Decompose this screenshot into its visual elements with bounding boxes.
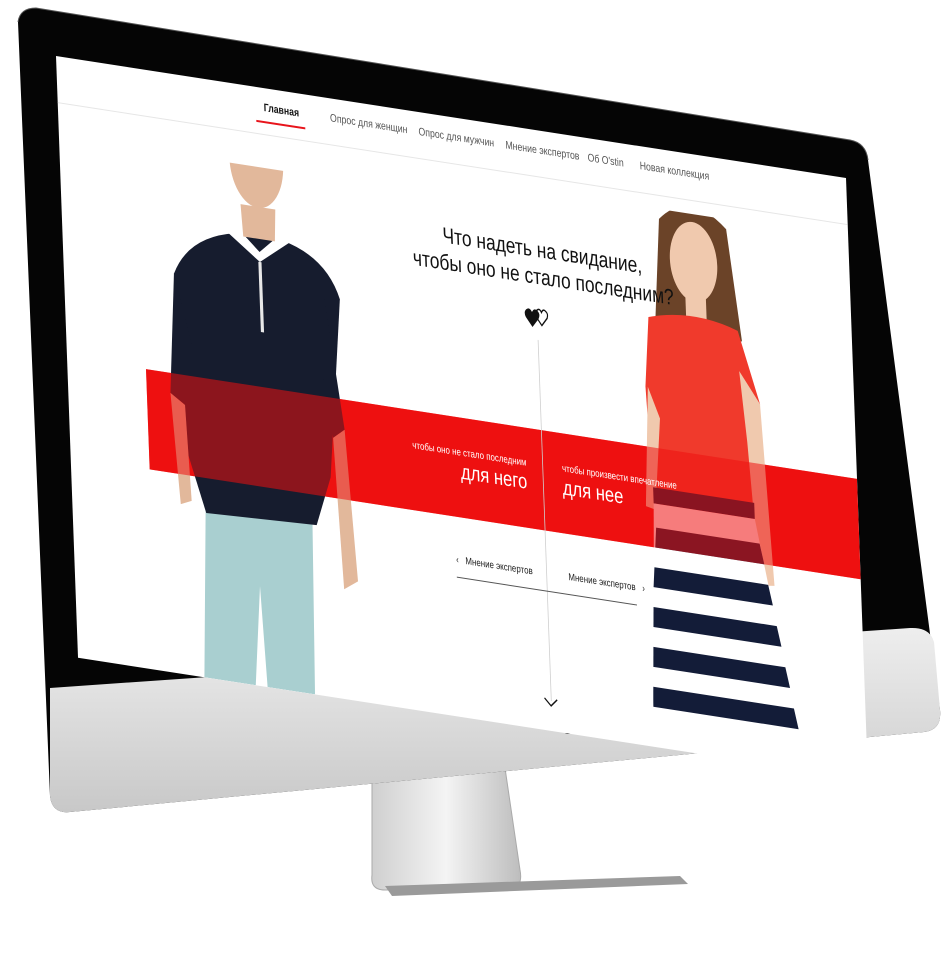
chevron-down-icon[interactable] [543,696,559,710]
expert-link-right-label: Мнение экспертов [568,571,636,594]
nav-item-about[interactable]: Об O'stin [587,152,624,170]
nav-item-men-survey[interactable]: Опрос для мужчин [418,126,494,150]
website-screen: Главная Опрос для женщин Опрос для мужчи… [56,56,869,780]
nav-item-experts[interactable]: Мнение экспертов [505,139,579,162]
expert-link-right[interactable]: Мнение экспертов › [568,572,645,595]
nav-item-home[interactable]: Главная [263,102,299,119]
hearts-icon [524,308,549,328]
expert-link-left-label: Мнение экспертов [465,556,533,578]
nav-item-women-survey[interactable]: Опрос для женщин [330,112,408,136]
chevron-left-icon: ‹ [456,554,460,567]
expert-link-left[interactable]: ‹ Мнение экспертов [456,555,533,578]
nav-active-underline [256,119,306,130]
chevron-right-icon: › [642,583,646,595]
nav-item-new-collection[interactable]: Новая коллекция [640,160,710,183]
